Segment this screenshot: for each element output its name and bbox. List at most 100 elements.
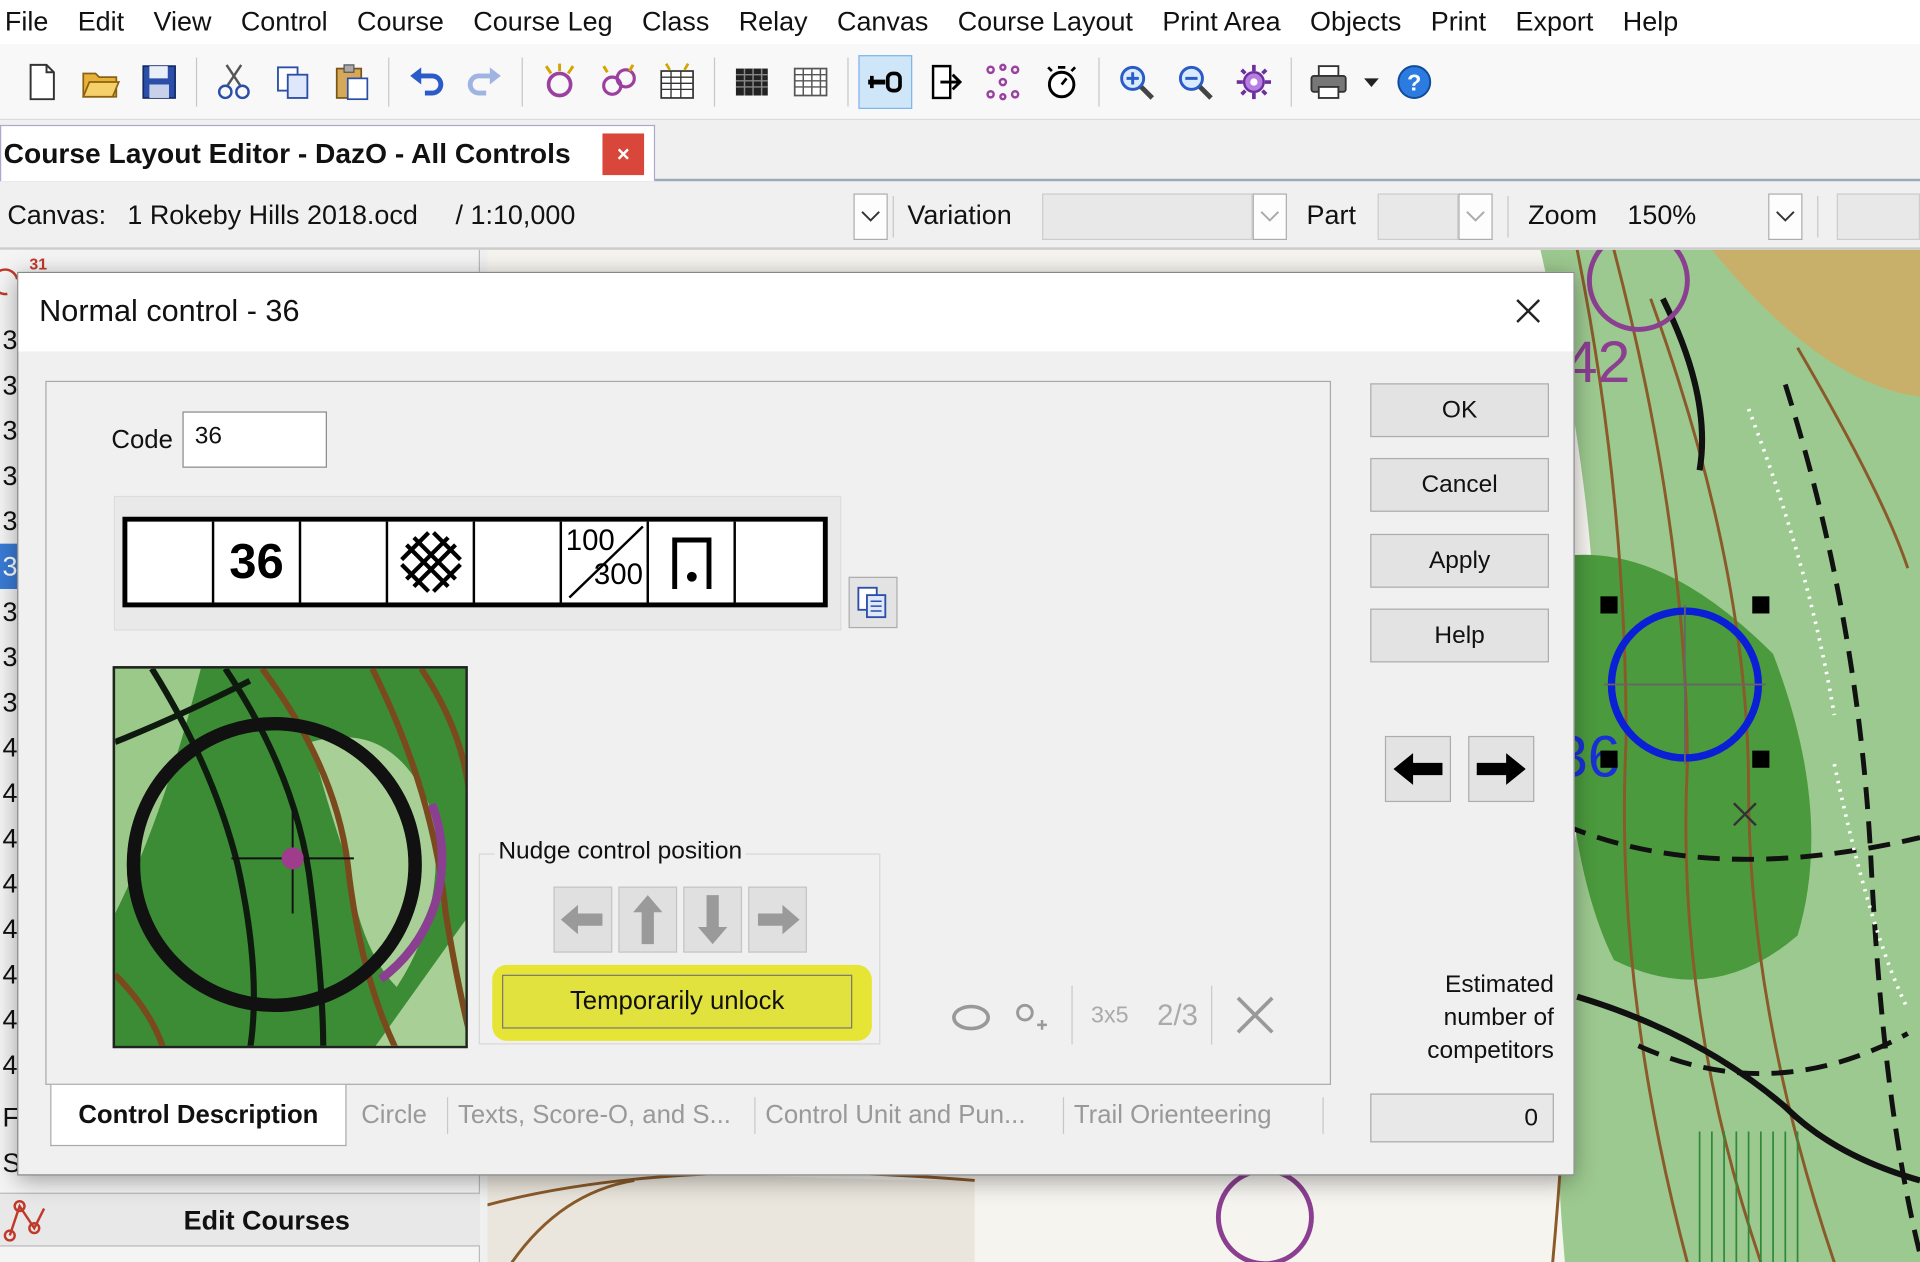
menu-export[interactable]: Export <box>1501 6 1608 38</box>
zoom-value[interactable]: 150% <box>1627 200 1696 232</box>
nudge-left-button[interactable] <box>553 886 613 953</box>
dots-icon[interactable] <box>976 54 1030 108</box>
cancel-button[interactable]: Cancel <box>1370 457 1549 512</box>
canvas-dropdown-button[interactable] <box>853 193 888 241</box>
code-input[interactable]: 36 <box>182 411 327 468</box>
part-combo[interactable] <box>1377 193 1459 241</box>
canvas-scale: / 1:10,000 <box>455 199 576 231</box>
edit-courses-button[interactable]: Edit Courses <box>0 1192 481 1247</box>
save-icon[interactable] <box>132 54 186 108</box>
edit-controls-icon[interactable] <box>591 54 645 108</box>
previous-control-button[interactable] <box>1384 735 1452 803</box>
add-control-icon[interactable] <box>533 54 587 108</box>
document-tab-close-icon[interactable]: × <box>602 133 645 176</box>
menu-course[interactable]: Course <box>342 6 458 38</box>
variation-combo[interactable] <box>1042 193 1253 241</box>
copy-description-button[interactable] <box>848 576 898 629</box>
print-dropdown-icon[interactable] <box>1360 54 1382 108</box>
menu-print-area[interactable]: Print Area <box>1148 6 1296 38</box>
description-cell-c[interactable] <box>301 521 389 603</box>
nudge-down-button[interactable] <box>683 886 743 953</box>
canvas-file-name: 1 Rokeby Hills 2018.ocd <box>127 199 418 231</box>
settings-icon[interactable] <box>1227 54 1281 108</box>
estimated-label-line: number of <box>1443 1004 1554 1032</box>
arrow-left-icon <box>560 904 603 935</box>
delete-x-icon[interactable] <box>1231 991 1280 1040</box>
extra-combo[interactable] <box>1836 193 1920 241</box>
undo-icon[interactable] <box>399 54 453 108</box>
stopwatch-icon[interactable] <box>1035 54 1089 108</box>
tab-control-description[interactable]: Control Description <box>50 1084 347 1147</box>
tab-control-unit[interactable]: Control Unit and Pun... <box>756 1085 1036 1146</box>
count-icon[interactable]: 3x5 <box>1089 991 1138 1040</box>
menu-view[interactable]: View <box>139 6 226 38</box>
document-tab-title: Course Layout Editor - DazO - All Contro… <box>3 137 571 169</box>
dimension-top: 100 <box>565 524 615 558</box>
toolbar-separator <box>1098 56 1100 106</box>
description-cell-dimensions[interactable]: 100 300 <box>562 521 649 603</box>
estimated-competitors-input[interactable]: 0 <box>1370 1093 1554 1143</box>
description-cell-h[interactable] <box>736 522 823 603</box>
menu-bar: File Edit View Control Course Course Leg… <box>0 0 1920 45</box>
menu-objects[interactable]: Objects <box>1295 6 1416 38</box>
open-folder-icon[interactable] <box>73 54 127 108</box>
tab-circle[interactable]: Circle <box>351 1085 436 1146</box>
apply-button[interactable]: Apply <box>1370 533 1549 588</box>
document-tab-bar: Course Layout Editor - DazO - All Contro… <box>0 120 1920 182</box>
part-dropdown-button[interactable] <box>1458 193 1493 241</box>
menu-canvas[interactable]: Canvas <box>822 6 943 38</box>
zoom-in-icon[interactable] <box>1109 54 1163 108</box>
chevron-down-icon <box>1466 211 1485 222</box>
description-cell-e[interactable] <box>475 521 563 603</box>
print-icon[interactable] <box>1302 54 1356 108</box>
menu-edit[interactable]: Edit <box>63 6 139 38</box>
fraction-icon[interactable]: 2/3 <box>1152 991 1201 1040</box>
nudge-up-button[interactable] <box>618 886 678 953</box>
small-circle-plus-icon[interactable] <box>1010 991 1054 1040</box>
menu-course-layout[interactable]: Course Layout <box>943 6 1148 38</box>
control-table-icon[interactable] <box>650 54 704 108</box>
grid-icon[interactable] <box>784 54 838 108</box>
zoom-out-icon[interactable] <box>1168 54 1222 108</box>
redo-icon[interactable] <box>458 54 512 108</box>
menu-file[interactable]: File <box>0 6 63 38</box>
description-cell-a[interactable] <box>127 521 215 603</box>
tab-texts-score-o[interactable]: Texts, Score-O, and S... <box>448 1085 741 1146</box>
document-tab[interactable]: Course Layout Editor - DazO - All Contro… <box>0 124 656 182</box>
menu-print[interactable]: Print <box>1416 6 1501 38</box>
course-table-icon[interactable] <box>725 54 779 108</box>
cut-icon[interactable] <box>207 54 261 108</box>
ok-button[interactable]: OK <box>1370 383 1549 438</box>
menu-control[interactable]: Control <box>226 6 342 38</box>
ellipse-icon[interactable] <box>949 991 993 1040</box>
nudge-right-button[interactable] <box>748 886 807 953</box>
description-row-container: 36 100 300 <box>113 495 842 631</box>
menu-course-leg[interactable]: Course Leg <box>459 6 628 38</box>
toolbar-separator <box>1290 56 1292 106</box>
course-icon <box>3 1200 46 1242</box>
arrow-up-icon <box>633 895 663 945</box>
variation-dropdown-button[interactable] <box>1252 193 1287 241</box>
exit-icon[interactable] <box>917 54 971 108</box>
control-description-row[interactable]: 36 100 300 <box>122 516 828 608</box>
zoom-dropdown-button[interactable] <box>1768 193 1803 241</box>
tab-trail-orienteering[interactable]: Trail Orienteering <box>1064 1085 1281 1146</box>
canvas-label: Canvas: <box>7 199 107 231</box>
code-label: Code <box>111 426 173 455</box>
copy-icon[interactable] <box>266 54 320 108</box>
lock-control-icon[interactable] <box>858 54 913 109</box>
menu-relay[interactable]: Relay <box>724 6 822 38</box>
new-document-icon[interactable] <box>15 54 69 108</box>
menu-help[interactable]: Help <box>1608 6 1693 38</box>
next-control-button[interactable] <box>1468 735 1535 803</box>
description-cell-feature[interactable] <box>388 521 476 603</box>
help-button[interactable]: Help <box>1370 608 1549 663</box>
dialog-close-icon[interactable] <box>1507 290 1549 332</box>
help-icon[interactable]: ? <box>1387 54 1441 108</box>
description-cell-code[interactable]: 36 <box>214 521 302 603</box>
menu-class[interactable]: Class <box>627 6 724 38</box>
temporarily-unlock-button[interactable]: Temporarily unlock <box>502 974 853 1029</box>
paste-icon[interactable] <box>324 54 378 108</box>
description-cell-location[interactable] <box>649 521 736 603</box>
zoom-label: Zoom <box>1528 199 1598 231</box>
